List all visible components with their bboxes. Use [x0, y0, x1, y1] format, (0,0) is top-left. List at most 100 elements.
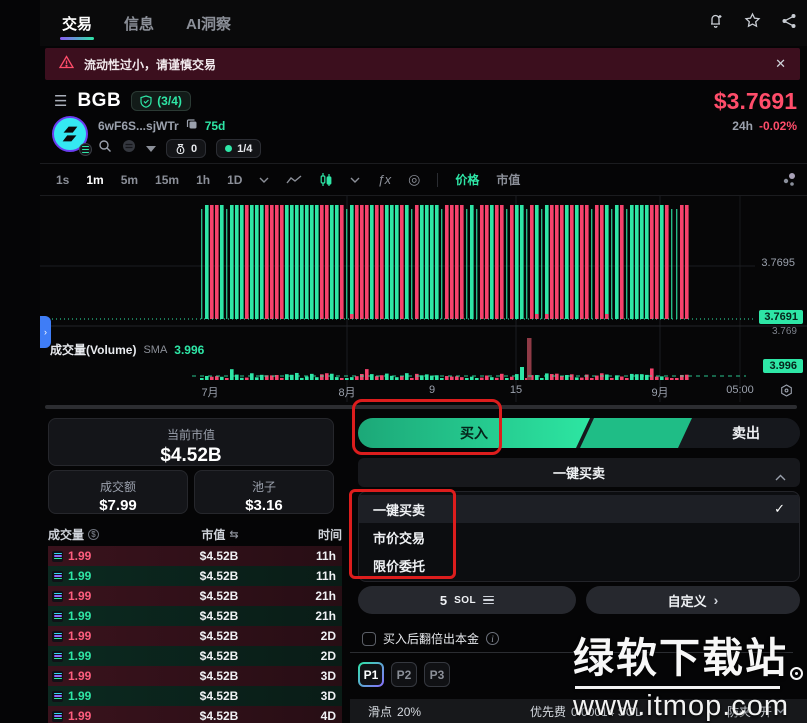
header-mcap[interactable]: 市值 ⇆ [158, 526, 282, 543]
pool-label: 池子 [195, 478, 333, 495]
axis-settings-gear-icon[interactable] [780, 384, 793, 402]
trade-row[interactable]: 1.99 $4.52B11h [48, 546, 342, 566]
target-settings-icon[interactable]: ◎ [408, 171, 420, 188]
priority-fee-setting[interactable]: 优先费0.00014 SOL [530, 703, 642, 720]
trade-row[interactable]: 1.99$4.52B2D [48, 646, 342, 666]
checkbox[interactable] [362, 632, 376, 646]
volume-pane-legend: 成交量(Volume) SMA 3.996 [50, 341, 204, 358]
panel-layout-icon[interactable] [781, 172, 797, 193]
share-icon[interactable] [781, 13, 797, 29]
trade-mode-dropdown[interactable]: 一键买卖 [358, 458, 800, 487]
trade-time: 21h [280, 589, 336, 603]
balance-badge[interactable]: 0 [166, 139, 206, 158]
preset-P1[interactable]: P1 [358, 662, 384, 687]
candlestick-chart[interactable]: 3.7695 3.7691 3.769 3.996 成交量(Volume) SM… [40, 196, 807, 410]
line-chart-icon[interactable] [286, 175, 302, 185]
trade-row[interactable]: 1.99 $4.52B21h [48, 586, 342, 606]
chart-style-chevron-icon[interactable] [350, 177, 360, 183]
nav-tabs: 交易信息 AI洞察 [60, 0, 233, 46]
nav-tab-0[interactable]: 交易 [60, 1, 94, 46]
favorite-star-icon[interactable] [744, 12, 761, 29]
mode-option-0[interactable]: 一键买卖✓ [359, 495, 799, 523]
trade-mcap: $4.52B [158, 709, 280, 723]
current-price-badge: 3.7691 [759, 310, 803, 324]
trade-mcap: $4.52B [158, 689, 280, 703]
pane-collapse-handle[interactable]: › [40, 316, 51, 348]
token-header: ☰ BGB (3/4) 6wF6S...sjWTr [40, 86, 807, 162]
header-volume[interactable]: 成交量 $ [48, 526, 158, 543]
chevron-down-icon[interactable] [146, 146, 156, 152]
custom-amount-button[interactable]: 自定义 › [586, 586, 800, 614]
token-address[interactable]: 6wF6S...sjWTr [98, 119, 179, 133]
trade-mcap: $4.52B [158, 549, 280, 563]
position-badge[interactable]: 1/4 [216, 139, 261, 158]
nav-tab-1[interactable]: 信息 [122, 1, 156, 46]
trade-row[interactable]: 1.99$4.52B2D [48, 626, 342, 646]
preset-P3[interactable]: P3 [424, 662, 450, 687]
x-axis-tick: 05:00 [726, 384, 754, 396]
preset-P2[interactable]: P2 [391, 662, 417, 687]
token-avatar[interactable] [52, 116, 90, 154]
x-axis-tick: 7月 [201, 384, 218, 400]
candlestick-icon[interactable] [319, 172, 333, 188]
tab-price[interactable]: 价格 [455, 171, 479, 188]
amount-button[interactable]: 5 SOL [358, 586, 576, 614]
trade-amount: 1.99 [68, 609, 91, 623]
info-icon[interactable]: i [486, 632, 499, 645]
chart-scrollbar[interactable] [45, 405, 797, 409]
nav-tab-2[interactable]: AI洞察 [184, 1, 233, 46]
trade-source-icon [52, 611, 63, 622]
indicators-fx-icon[interactable]: ƒx [377, 172, 391, 187]
trade-source-icon [52, 551, 63, 562]
tab-marketcap[interactable]: 市值 [496, 171, 520, 188]
trades-table-header: 成交量 $ 市值 ⇆ 时间 [48, 524, 342, 544]
audit-badge[interactable]: (3/4) [131, 91, 191, 111]
time-axis[interactable]: 7月8月9159月05:00 [40, 384, 807, 400]
chart-toolbar: 1s 1m 5m 15m 1h 1D ƒx ◎ 价格 市值 [40, 163, 807, 196]
trade-source-icon [52, 651, 63, 662]
trade-mcap: $4.52B [158, 649, 280, 663]
interval-1s[interactable]: 1s [56, 173, 69, 187]
notification-bell-icon[interactable] [707, 12, 724, 29]
trade-row[interactable]: 1.99$4.52B11h [48, 566, 342, 586]
trade-mcap: $4.52B [158, 669, 280, 683]
trade-row[interactable]: 1.99$4.52B4D [48, 706, 342, 723]
trade-row[interactable]: 1.99$4.52B21h [48, 606, 342, 626]
explorer-icon[interactable] [122, 139, 136, 158]
interval-5m[interactable]: 5m [121, 173, 138, 187]
close-icon[interactable]: ✕ [775, 56, 786, 72]
preset-row: P1 P2 P3 [358, 662, 450, 687]
trade-time: 2D [280, 629, 336, 643]
pool-card: 池子 $3.16 [194, 470, 334, 514]
copy-address-icon[interactable] [186, 117, 198, 135]
swap-sort-icon[interactable]: ⇆ [229, 528, 238, 541]
trade-time: 11h [280, 549, 336, 563]
slippage-setting[interactable]: 滑点20% [368, 703, 421, 720]
trading-app-window: 交易信息 AI洞察 [0, 0, 807, 723]
buy-tab[interactable]: 买入 [358, 418, 590, 448]
interval-15m[interactable]: 15m [155, 173, 179, 187]
interval-dropdown-chevron-icon[interactable] [259, 177, 269, 183]
interval-1m[interactable]: 1m [86, 173, 103, 187]
trade-source-icon [52, 571, 63, 582]
trade-row[interactable]: 1.99$4.52B3D [48, 666, 342, 686]
interval-1D[interactable]: 1D [227, 173, 242, 187]
mode-option-2[interactable]: 限价委托 [359, 551, 799, 579]
interval-1h[interactable]: 1h [196, 173, 210, 187]
anti-mev-setting[interactable]: 防夹开 [727, 703, 785, 720]
trade-time: 11h [280, 569, 336, 583]
turnover-value: $7.99 [49, 497, 187, 514]
trade-amount: 1.99 [68, 589, 91, 603]
currency-toggle-icon[interactable]: $ [88, 529, 99, 540]
token-list-icon[interactable]: ☰ [54, 92, 67, 110]
search-icon[interactable] [98, 139, 112, 158]
sell-tab[interactable]: 卖出 [692, 418, 800, 448]
mode-option-1[interactable]: 市价交易 [359, 523, 799, 551]
trade-amount: 1.99 [68, 549, 91, 563]
header-time[interactable]: 时间 [282, 526, 342, 543]
price-axis-tick: 3.7695 [761, 257, 795, 269]
trade-row[interactable]: 1.99$4.52B3D [48, 686, 342, 706]
trade-mcap: $4.52B [158, 589, 280, 603]
sma-label: SMA [143, 344, 167, 356]
trade-settings-bar[interactable]: 滑点20% 优先费0.00014 SOL 防夹开 [350, 699, 807, 723]
